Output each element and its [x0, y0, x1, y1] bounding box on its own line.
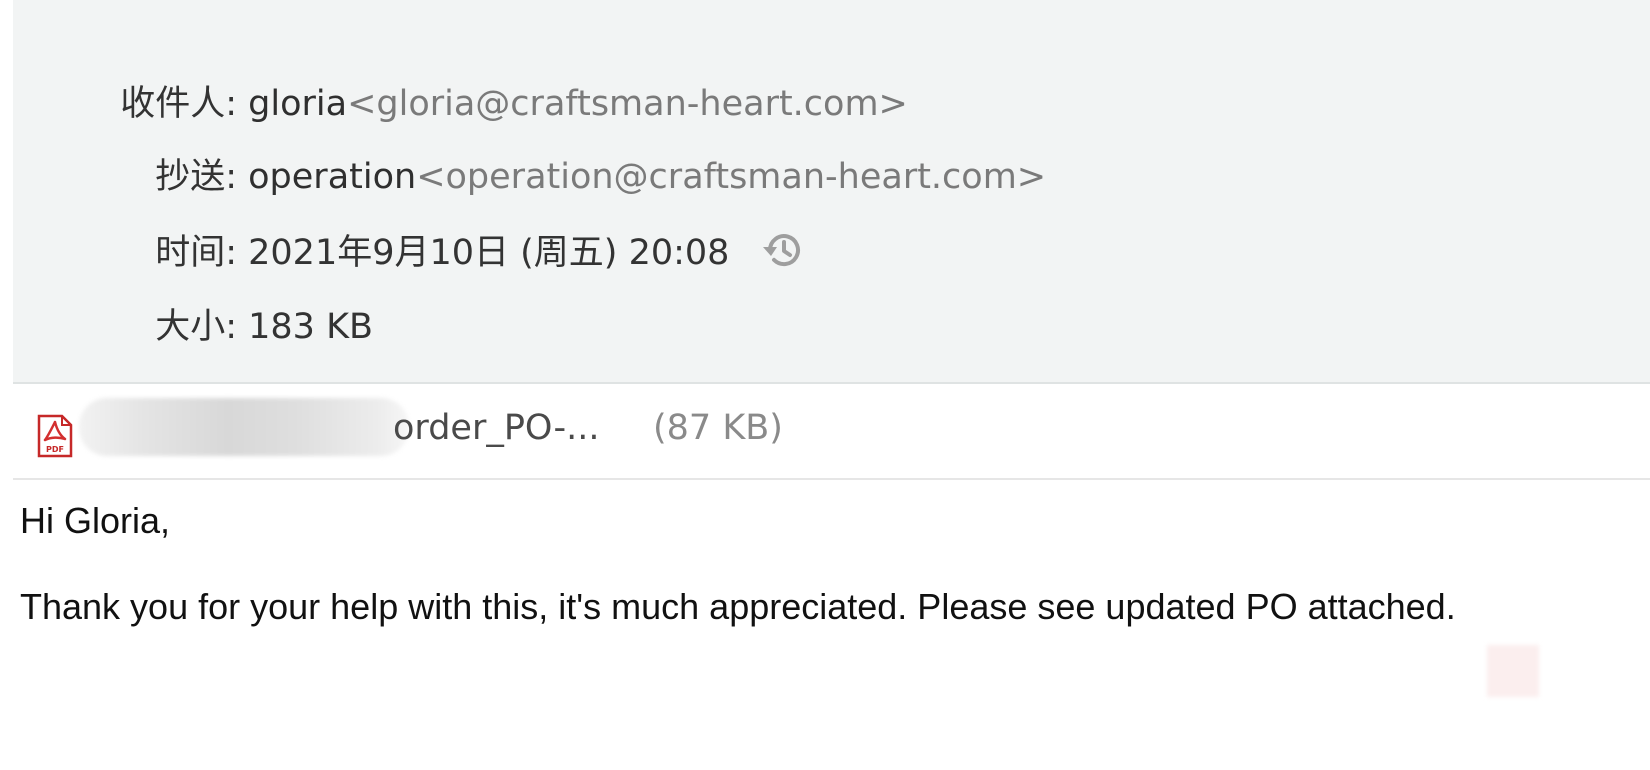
time-value: 2021年9月10日 (周五) 20:08	[248, 233, 730, 273]
cc-name[interactable]: operation	[248, 157, 416, 197]
greeting-text: Hi Gloria,	[20, 500, 171, 541]
redacted-filename	[79, 398, 409, 456]
recipient-name[interactable]: gloria	[248, 84, 347, 124]
attachment-size: (87 KB)	[653, 408, 783, 448]
recipient-row: 收件人: gloria<gloria@craftsman-heart.com>	[13, 82, 908, 126]
size-value: 183 KB	[248, 307, 374, 347]
pdf-icon[interactable]: PDF	[37, 414, 73, 458]
time-label: 时间:	[155, 233, 237, 273]
cc-address[interactable]: <operation@craftsman-heart.com>	[416, 157, 1046, 197]
cc-row: 抄送: operation<operation@craftsman-heart.…	[13, 155, 1046, 199]
recipient-address[interactable]: <gloria@craftsman-heart.com>	[347, 84, 908, 124]
attachment-bar: PDF order_PO-... (87 KB)	[13, 384, 1650, 480]
size-row: 大小: 183 KB	[13, 305, 373, 349]
message-text: Thank you for your help with this, it's …	[20, 586, 1456, 627]
attachment-name[interactable]: order_PO-...	[393, 406, 599, 450]
size-label: 大小:	[155, 307, 237, 347]
email-header: 收件人: gloria<gloria@craftsman-heart.com> …	[13, 0, 1650, 384]
left-margin	[0, 0, 13, 384]
recipient-label: 收件人:	[120, 84, 237, 124]
history-icon[interactable]	[759, 226, 807, 274]
email-view: 收件人: gloria<gloria@craftsman-heart.com> …	[0, 0, 1650, 770]
time-row: 时间: 2021年9月10日 (周五) 20:08	[13, 230, 807, 274]
cc-label: 抄送:	[155, 157, 237, 197]
redaction-mark	[1487, 645, 1539, 697]
svg-text:PDF: PDF	[46, 445, 64, 454]
